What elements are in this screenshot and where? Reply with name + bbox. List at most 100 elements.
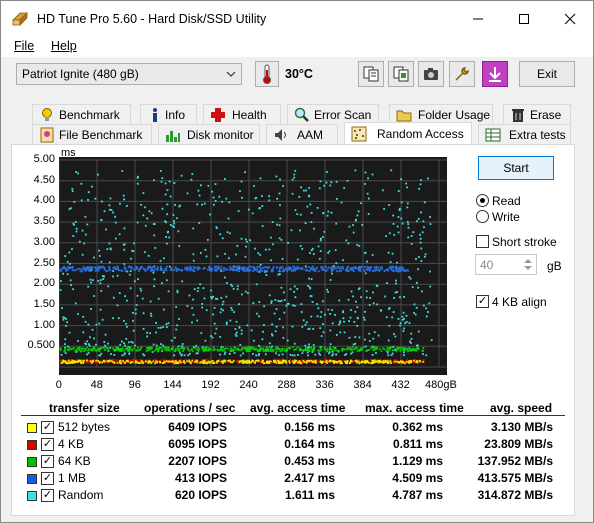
data-point-512b: [416, 360, 418, 362]
series-visibility-checkbox[interactable]: ✓: [41, 421, 54, 434]
data-point-random: [328, 352, 330, 355]
data-point-random: [144, 251, 146, 254]
data-point-random: [367, 177, 369, 180]
series-visibility-checkbox[interactable]: ✓: [41, 472, 54, 485]
series-visibility-checkbox[interactable]: ✓: [41, 438, 54, 451]
data-point-64kb: [242, 347, 245, 349]
data-point-random: [140, 203, 143, 206]
series-visibility-checkbox[interactable]: ✓: [41, 455, 54, 468]
data-point-random: [419, 241, 422, 244]
data-point-512b: [183, 360, 185, 363]
data-point-random: [207, 184, 210, 187]
data-point-random: [103, 210, 106, 213]
data-point-1mb: [292, 265, 295, 268]
data-point-random: [331, 309, 333, 311]
data-point-512b: [247, 361, 250, 363]
data-point-64kb: [71, 347, 74, 350]
tab-file-benchmark[interactable]: File Benchmark: [32, 124, 152, 144]
temperature-button[interactable]: [255, 61, 279, 87]
series-visibility-checkbox[interactable]: ✓: [41, 489, 54, 502]
data-point-512b: [377, 360, 380, 363]
tab-error-scan[interactable]: Error Scan: [287, 104, 379, 124]
data-point-random: [405, 314, 408, 317]
data-point-random: [137, 175, 139, 178]
data-point-random: [278, 224, 281, 227]
tab-erase[interactable]: Erase: [503, 104, 571, 124]
tab-info[interactable]: Info: [140, 104, 197, 124]
screenshot-button[interactable]: [418, 61, 444, 87]
close-button[interactable]: [547, 1, 593, 37]
data-point-512b: [108, 359, 111, 362]
data-point-random: [322, 212, 325, 215]
x-tick-label: 96: [128, 379, 141, 391]
data-point-1mb: [396, 269, 399, 272]
data-point-random: [322, 323, 324, 325]
data-point-random: [342, 310, 345, 313]
maximize-button[interactable]: [501, 1, 547, 37]
read-radio[interactable]: [476, 194, 489, 207]
start-button[interactable]: Start: [478, 156, 554, 180]
save-button[interactable]: [482, 61, 508, 87]
data-point-random: [297, 354, 299, 356]
write-radio[interactable]: [476, 210, 489, 223]
copy-text-button[interactable]: [358, 61, 384, 87]
data-point-512b: [229, 359, 231, 362]
menu-file[interactable]: File: [14, 39, 34, 53]
data-point-random: [277, 299, 280, 302]
align-checkbox[interactable]: ✓: [476, 295, 489, 308]
app-logo-icon: [12, 12, 28, 26]
data-point-random: [423, 226, 425, 229]
tab-benchmark[interactable]: Benchmark: [32, 104, 131, 124]
data-point-512b: [147, 360, 150, 363]
tab-disk-monitor[interactable]: Disk monitor: [158, 124, 260, 144]
data-point-random: [302, 319, 305, 322]
table-cell-avg: 2.417 ms: [284, 471, 335, 485]
short-stroke-input[interactable]: 40: [475, 254, 537, 275]
data-point-random: [420, 211, 422, 214]
data-point-64kb: [265, 346, 268, 349]
exit-button[interactable]: Exit: [519, 61, 575, 87]
tab-extra-tests[interactable]: Extra tests: [478, 124, 571, 144]
data-point-random: [255, 312, 258, 315]
data-point-random: [181, 280, 184, 283]
data-point-512b: [194, 361, 197, 363]
data-point-random: [224, 351, 227, 354]
data-point-random: [425, 307, 428, 310]
data-point-random: [422, 220, 425, 223]
data-point-random: [114, 237, 117, 240]
data-point-random: [390, 169, 393, 172]
data-point-512b: [129, 362, 132, 364]
data-point-random: [300, 311, 303, 313]
copy-info-button[interactable]: [388, 61, 414, 87]
short-stroke-checkbox[interactable]: [476, 235, 489, 248]
tab-aam[interactable]: AAM: [266, 124, 338, 144]
data-point-random: [136, 221, 139, 224]
column-header-avg-speed: avg. speed: [490, 401, 553, 415]
data-point-random: [305, 321, 308, 324]
data-point-64kb: [174, 348, 177, 350]
minimize-button[interactable]: [455, 1, 501, 37]
data-point-random: [352, 295, 354, 298]
data-point-random: [87, 199, 89, 201]
data-point-random: [168, 180, 171, 183]
data-point-random: [422, 304, 425, 307]
data-point-random: [229, 232, 231, 235]
data-point-1mb: [296, 267, 299, 270]
data-point-64kb: [147, 349, 149, 352]
data-point-random: [244, 290, 247, 293]
drive-select[interactable]: Patriot Ignite (480 gB): [16, 63, 242, 85]
data-point-64kb: [153, 349, 156, 352]
data-point-64kb: [140, 347, 142, 350]
data-point-1mb: [377, 266, 380, 269]
data-point-random: [135, 304, 138, 306]
tab-health[interactable]: Health: [203, 104, 281, 124]
data-point-random: [222, 300, 225, 303]
data-point-64kb: [333, 349, 336, 352]
menu-help[interactable]: Help: [51, 39, 77, 53]
tab-random-access[interactable]: Random Access: [344, 122, 472, 145]
y-tick-label: 1.50: [33, 297, 55, 310]
data-point-random: [309, 295, 312, 297]
tab-folder-usage[interactable]: Folder Usage: [389, 104, 493, 124]
options-button[interactable]: [449, 61, 475, 87]
data-point-random: [358, 336, 361, 339]
